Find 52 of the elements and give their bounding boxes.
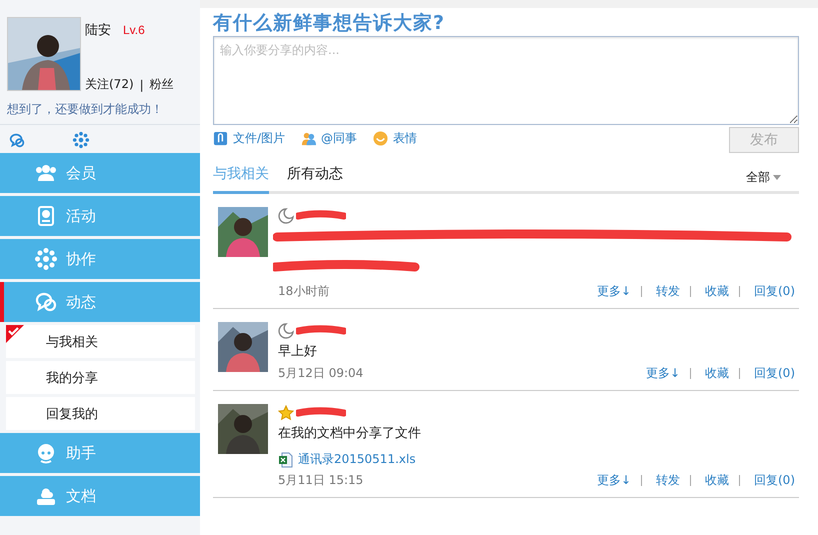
post-time: 18小时前	[278, 283, 330, 300]
caret-icon	[773, 175, 781, 180]
smiley-icon	[373, 131, 388, 146]
post-time: 5月12日 09:04	[278, 365, 364, 382]
spreadsheet-file-icon	[278, 452, 294, 468]
post-text: 在我的文档中分享了文件	[278, 425, 422, 443]
nav-item[interactable]: 文档	[0, 476, 200, 516]
followers-link[interactable]: 粉丝	[150, 76, 174, 93]
composer-tool[interactable]: 表情	[373, 130, 418, 147]
post-action-link[interactable]: 转发	[656, 472, 680, 489]
nav-item[interactable]: 动态	[0, 282, 200, 322]
post-input[interactable]: 输入你要分享的内容...	[213, 36, 799, 125]
post-action-link[interactable]: 收藏	[705, 472, 729, 489]
redaction-mark	[296, 407, 346, 419]
redaction-mark	[296, 210, 346, 222]
post-action-link[interactable]: 更多↓	[596, 283, 631, 300]
nav-item[interactable]: 协作	[0, 239, 200, 279]
post-action-link[interactable]: 回复(0)	[754, 365, 795, 382]
post-action-link[interactable]: 更多↓	[646, 365, 680, 382]
nav-item[interactable]: 助手	[0, 433, 200, 473]
following-link[interactable]: 关注(72)	[85, 76, 134, 93]
paperclip-icon	[213, 131, 228, 146]
people-icon	[301, 131, 316, 146]
post-text: 早上好	[278, 343, 318, 361]
filter-dropdown[interactable]: 全部	[746, 169, 781, 191]
nav-item[interactable]: 活动	[0, 196, 200, 236]
check-icon	[6, 325, 24, 343]
feed-tab[interactable]: 与我相关	[213, 165, 269, 194]
flower-icon	[34, 247, 58, 271]
separator: |	[140, 78, 144, 92]
file-link[interactable]: 通讯录20150511.xls	[298, 451, 416, 468]
redaction-mark	[296, 325, 346, 337]
user-name: 陆安	[85, 22, 111, 39]
composer-title: 有什么新鲜事想告诉大家?	[213, 11, 446, 36]
flower-icon[interactable]	[72, 131, 90, 149]
submenu-item[interactable]: 回复我的	[6, 397, 195, 430]
composer-tool[interactable]: @同事	[301, 130, 358, 147]
nav-item[interactable]: 会员	[0, 153, 200, 193]
post-action-link[interactable]: 收藏	[705, 365, 729, 382]
feed-tab[interactable]: 所有动态	[287, 165, 343, 194]
submenu-item[interactable]: 与我相关	[6, 325, 195, 358]
chat-icon	[34, 290, 58, 314]
post-action-link[interactable]: 回复(0)	[754, 283, 795, 300]
post-action-link[interactable]: 收藏	[705, 283, 729, 300]
submenu-item[interactable]: 我的分享	[6, 361, 195, 394]
post-time: 5月11日 15:15	[278, 472, 364, 489]
user-level: Lv.6	[123, 23, 145, 37]
composer-tool[interactable]: 文件/图片	[213, 130, 286, 147]
post-action-link[interactable]: 回复(0)	[754, 472, 795, 489]
chat-icon[interactable]	[8, 131, 26, 149]
post-action-link[interactable]: 更多↓	[596, 472, 631, 489]
post-action-link[interactable]: 转发	[656, 283, 680, 300]
